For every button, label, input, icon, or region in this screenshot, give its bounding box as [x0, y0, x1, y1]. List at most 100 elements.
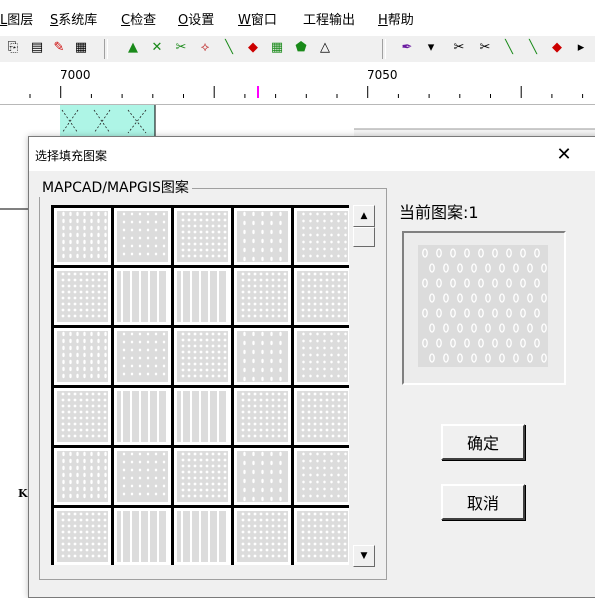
pattern-swatch[interactable] [174, 388, 231, 445]
menu-item-2[interactable]: C检查 [121, 9, 156, 28]
dialog-title: 选择填充图案 [35, 149, 108, 163]
line-more-icon[interactable]: ▸ [572, 39, 590, 57]
hatched-area [60, 105, 155, 140]
pattern-swatch[interactable] [114, 268, 171, 325]
dialog-title-bar[interactable]: 选择填充图案 ✕ [29, 137, 595, 171]
copy-icon[interactable]: ⎘ [4, 39, 22, 57]
menu-bar: L图层 S系统库 C检查 O设置 W窗口 工程输出 H帮助 [0, 0, 595, 36]
pattern-swatch[interactable] [54, 508, 111, 565]
area-transform-icon[interactable]: ✕ [148, 39, 166, 57]
area-fill-icon[interactable]: ▲ [124, 39, 142, 57]
menu-item-1[interactable]: S系统库 [50, 9, 97, 28]
pattern-scrollbar[interactable]: ▲ ▼ [351, 205, 377, 567]
pattern-swatch[interactable] [294, 508, 349, 565]
pattern-swatch-image [237, 211, 288, 262]
pattern-swatch[interactable] [294, 268, 349, 325]
pattern-swatch-image [237, 511, 288, 562]
pattern-swatch[interactable] [54, 448, 111, 505]
pattern-swatch[interactable] [234, 508, 291, 565]
pattern-swatch[interactable] [114, 328, 171, 385]
pattern-swatch-image [177, 511, 228, 562]
line-split-icon[interactable]: ✂ [476, 39, 494, 57]
pattern-swatch[interactable] [174, 328, 231, 385]
edit-icon[interactable]: ✎ [50, 39, 68, 57]
line-color-icon[interactable]: ◆ [548, 39, 566, 57]
pattern-swatch[interactable] [294, 328, 349, 385]
pattern-swatch[interactable] [294, 388, 349, 445]
pattern-swatch[interactable] [114, 448, 171, 505]
pattern-swatch[interactable] [54, 208, 111, 265]
pattern-swatch[interactable] [114, 508, 171, 565]
pattern-swatch[interactable] [54, 268, 111, 325]
area-link-icon[interactable]: ⟡ [196, 39, 214, 57]
menu-item-6[interactable]: H帮助 [378, 9, 414, 28]
area-merge-icon[interactable]: ⬟ [292, 39, 310, 57]
pattern-swatch-image [177, 331, 228, 382]
pattern-swatch[interactable] [294, 448, 349, 505]
pattern-preview-image [418, 245, 548, 367]
pattern-swatch[interactable] [294, 208, 349, 265]
area-grid-icon[interactable]: ▦ [268, 39, 286, 57]
pattern-swatch-image [117, 451, 168, 502]
pattern-swatch[interactable] [114, 208, 171, 265]
scroll-thumb[interactable] [353, 227, 375, 247]
pattern-swatch[interactable] [174, 208, 231, 265]
scroll-down-button[interactable]: ▼ [353, 545, 375, 567]
pattern-swatch-image [57, 331, 108, 382]
pattern-swatch[interactable] [54, 328, 111, 385]
area-color-icon[interactable]: ◆ [244, 39, 262, 57]
pattern-swatch-image [297, 511, 348, 562]
close-icon: ✕ [556, 143, 572, 165]
pattern-swatch-image [177, 271, 228, 322]
pattern-swatch[interactable] [234, 208, 291, 265]
line-node-icon[interactable]: ╲ [524, 39, 542, 57]
pattern-swatch-image [117, 211, 168, 262]
pattern-swatch-image [57, 511, 108, 562]
pattern-swatch-image [177, 451, 228, 502]
pattern-swatch[interactable] [174, 448, 231, 505]
pattern-swatch[interactable] [234, 448, 291, 505]
ok-button-label: 确定 [466, 434, 499, 453]
area-select-icon[interactable]: △ [316, 39, 334, 57]
pattern-swatch[interactable] [234, 388, 291, 445]
menu-item-0[interactable]: L图层 [0, 9, 33, 28]
ruler-label: 7050 [367, 68, 398, 82]
ok-button[interactable]: 确定 [441, 424, 525, 460]
pattern-swatch-image [57, 391, 108, 442]
paste-icon[interactable]: ▤ [28, 39, 46, 57]
pattern-swatch[interactable] [174, 268, 231, 325]
pattern-swatch-image [297, 391, 348, 442]
toolbar-separator [104, 39, 108, 59]
cancel-button[interactable]: 取消 [441, 484, 525, 520]
pattern-swatch[interactable] [234, 328, 291, 385]
pattern-group-label: MAPCAD/MAPGIS图案 [39, 177, 192, 197]
menu-item-5[interactable]: 工程输出 [303, 9, 355, 28]
close-button[interactable]: ✕ [549, 140, 579, 168]
pattern-swatch[interactable] [114, 388, 171, 445]
pattern-swatch-image [117, 331, 168, 382]
toolbar-separator [382, 39, 386, 59]
area-line-icon[interactable]: ╲ [220, 39, 238, 57]
scroll-up-button[interactable]: ▲ [353, 205, 375, 227]
arrow-up-icon: ▲ [360, 211, 368, 221]
line-pen-icon[interactable]: ✒ [398, 39, 416, 57]
line-cut-icon[interactable]: ✂ [450, 39, 468, 57]
pattern-swatch-image [177, 211, 228, 262]
pattern-swatch-image [117, 271, 168, 322]
menu-item-4[interactable]: W窗口 [238, 9, 277, 28]
area-cut-icon[interactable]: ✂ [172, 39, 190, 57]
properties-icon[interactable]: ▦ [72, 39, 90, 57]
pattern-swatch[interactable] [174, 508, 231, 565]
ruler-ticks [29, 86, 584, 98]
pattern-swatch[interactable] [54, 388, 111, 445]
pattern-preview [402, 231, 566, 385]
pattern-swatch-image [297, 451, 348, 502]
pattern-swatch-image [237, 271, 288, 322]
pattern-swatch[interactable] [234, 268, 291, 325]
dropdown-arrow-icon[interactable]: ▾ [422, 39, 440, 57]
line-connect-icon[interactable]: ╲ [500, 39, 518, 57]
current-pattern-label: 当前图案:1 [399, 203, 479, 222]
toolbar: ⎘ ▤ ✎ ▦ ▲ ✕ ✂ ⟡ ╲ ◆ ▦ ⬟ △ ✒ ▾ ✂ ✂ ╲ ╲ ◆ ▸ [0, 36, 595, 63]
pattern-swatch-image [297, 271, 348, 322]
menu-item-3[interactable]: O设置 [178, 9, 214, 28]
